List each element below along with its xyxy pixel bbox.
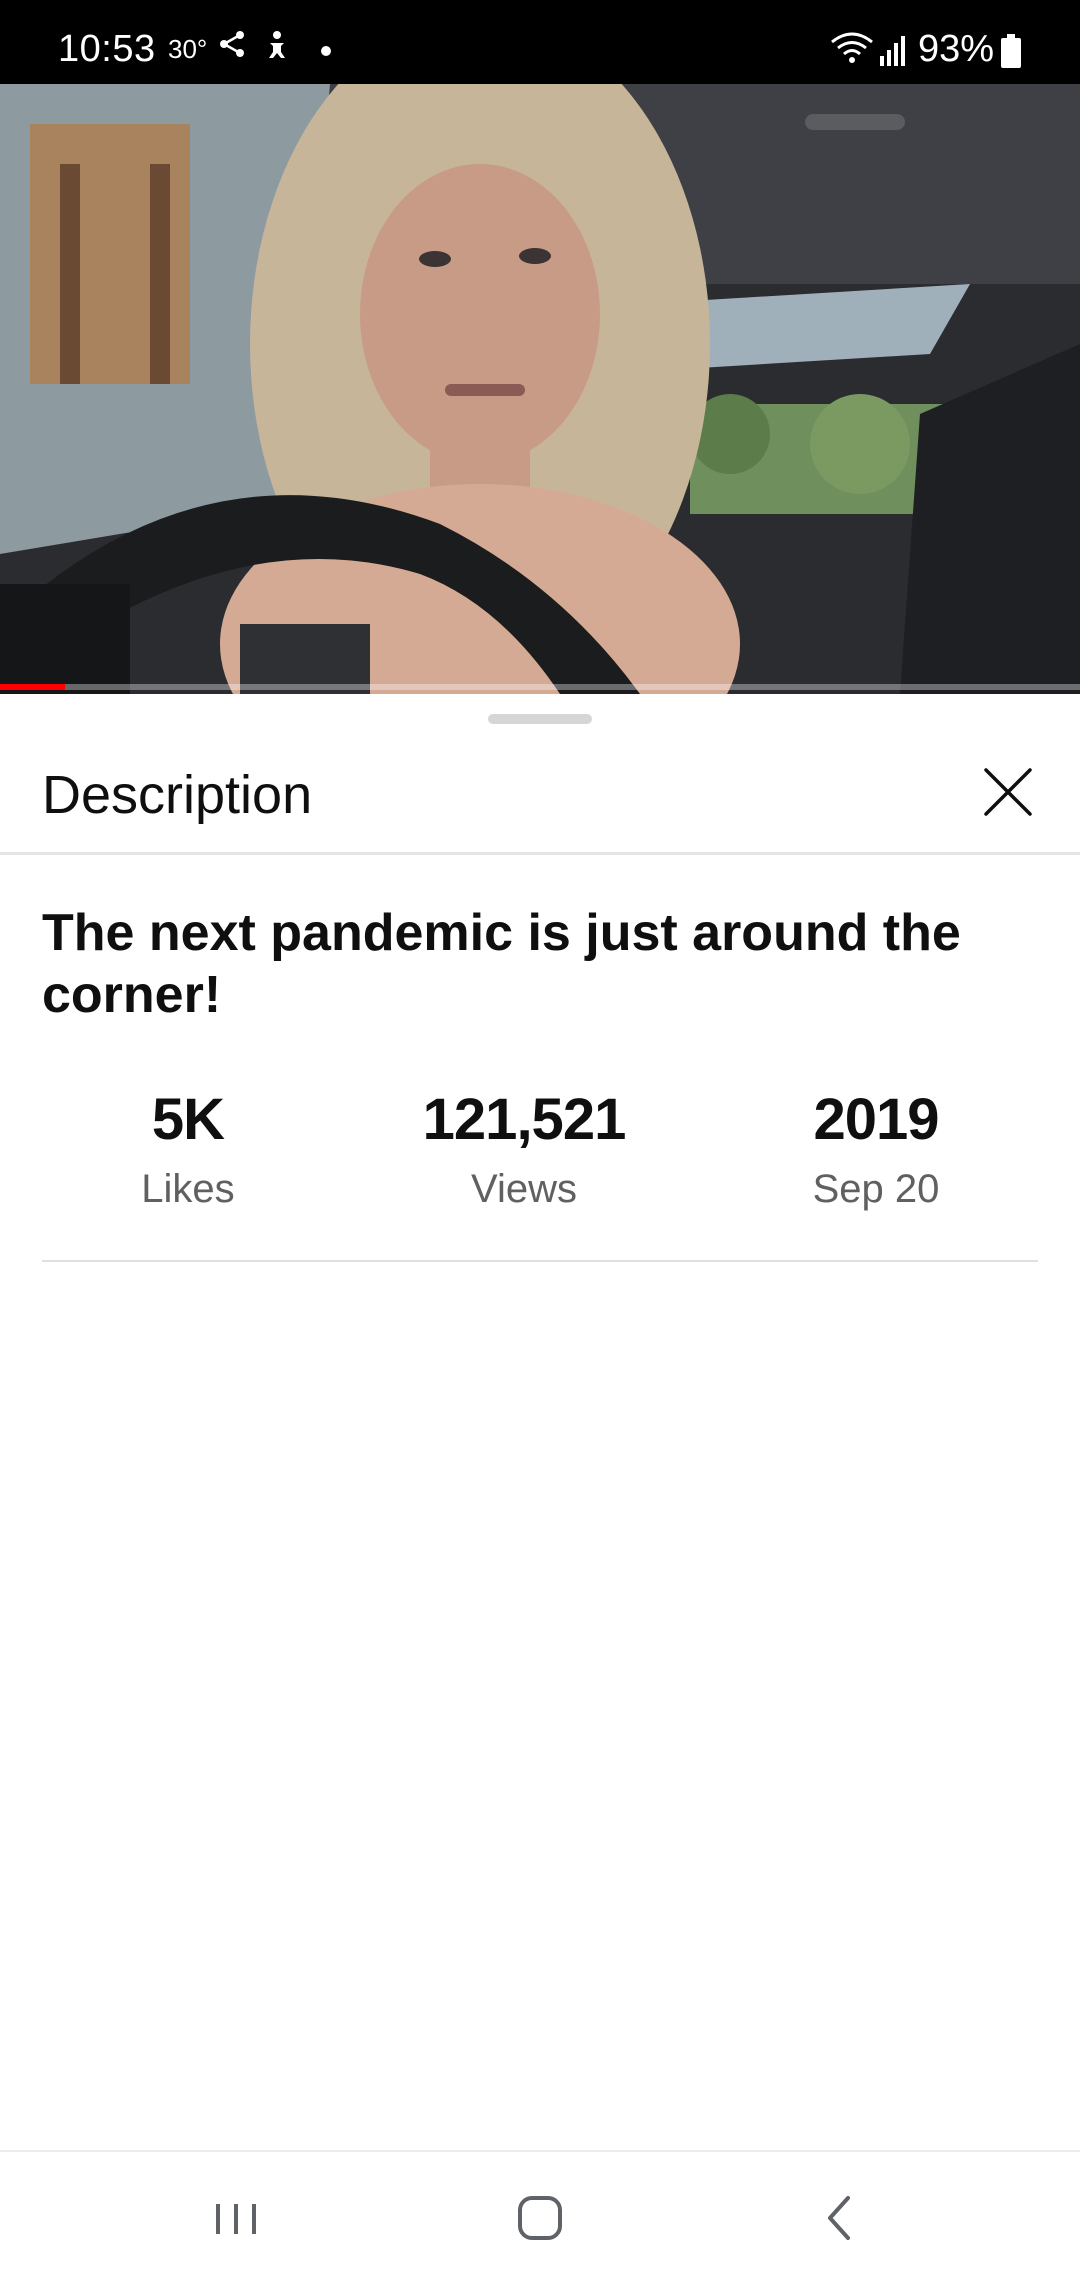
battery-icon <box>1000 34 1022 73</box>
share-icon <box>218 30 246 63</box>
stat-views: 121,521 Views <box>404 1086 644 1212</box>
wifi-icon <box>830 32 874 71</box>
video-player[interactable] <box>0 84 1080 694</box>
signal-icon <box>878 32 910 71</box>
home-icon <box>518 2196 562 2240</box>
status-time: 10:53 <box>58 28 156 70</box>
drag-handle[interactable] <box>488 714 592 724</box>
divider <box>42 1260 1038 1262</box>
video-progress-fill <box>0 684 65 690</box>
navigation-bar <box>0 2150 1080 2282</box>
close-button[interactable] <box>980 764 1036 820</box>
home-button[interactable] <box>508 2186 572 2250</box>
status-temperature: 30° <box>168 34 208 64</box>
stat-value: 121,521 <box>422 1087 627 1152</box>
back-icon <box>828 2196 850 2240</box>
stat-label: Likes <box>141 1167 235 1211</box>
stat-label: Views <box>471 1167 577 1211</box>
accessibility-icon <box>262 30 292 65</box>
video-frame <box>0 84 1080 694</box>
description-header: Description <box>0 734 1080 855</box>
video-progress-bar[interactable] <box>0 684 1080 690</box>
back-button[interactable] <box>808 2186 872 2250</box>
recent-apps-button[interactable] <box>204 2186 268 2250</box>
video-title: The next pandemic is just around the cor… <box>42 904 961 1024</box>
stat-label: Sep 20 <box>812 1167 940 1211</box>
description-panel: Description The next pandemic is just ar… <box>0 694 1080 2150</box>
description-title: Description <box>42 765 313 825</box>
status-bar: 10:53 30° 93% <box>0 0 1080 84</box>
stat-date: 2019 Sep 20 <box>756 1086 996 1212</box>
stat-value: 2019 <box>813 1087 939 1152</box>
battery-percent: 93% <box>917 28 994 70</box>
stat-value: 5K <box>151 1087 225 1152</box>
close-icon <box>984 768 1032 816</box>
recent-apps-icon <box>216 2204 256 2234</box>
stat-likes: 5K Likes <box>68 1086 308 1212</box>
notification-dot-icon <box>320 44 332 62</box>
